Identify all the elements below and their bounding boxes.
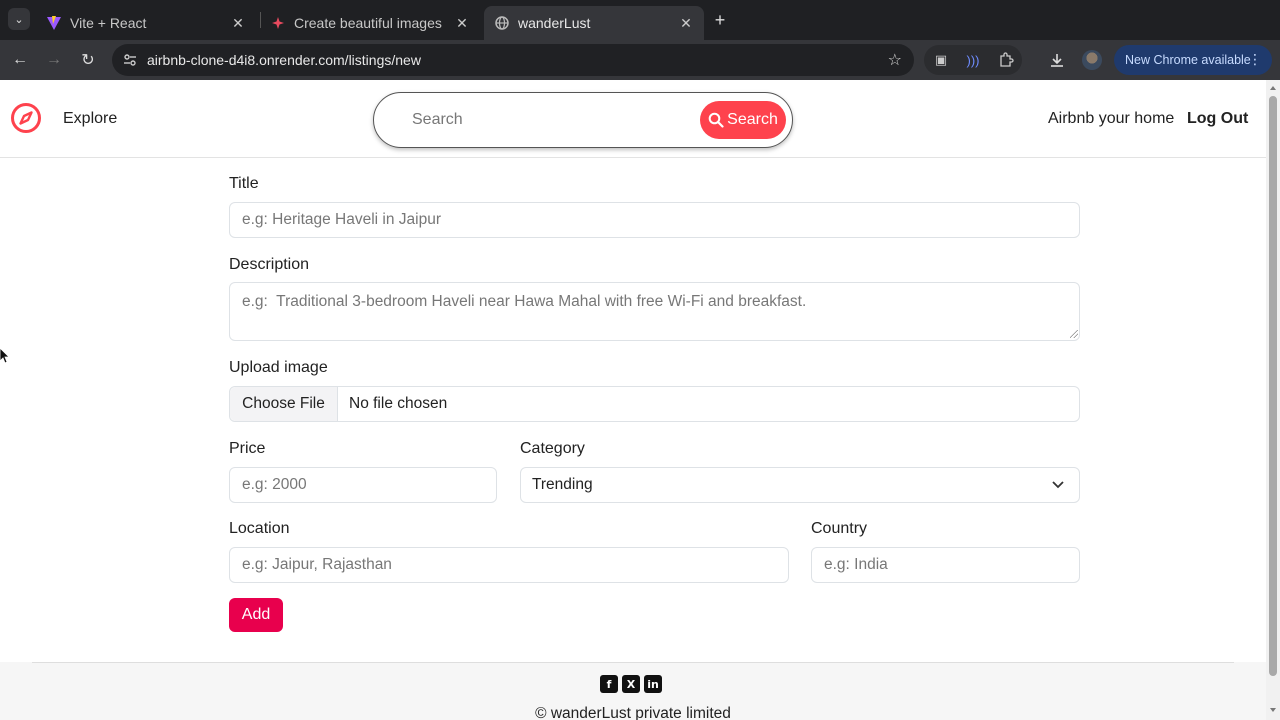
search-input[interactable] (412, 107, 692, 133)
extensions-group: ▣ ))) (924, 45, 1022, 75)
close-icon[interactable]: ✕ (230, 15, 246, 32)
category-label: Category (520, 440, 585, 457)
copyright-text: © wanderLust private limited (535, 705, 731, 720)
search-button[interactable]: Search (700, 101, 786, 139)
globe-icon (494, 15, 510, 31)
tab-title: Create beautiful images (294, 15, 442, 31)
more-menu-icon[interactable]: ⋮ (1248, 51, 1262, 68)
choose-file-button[interactable]: Choose File (230, 387, 338, 421)
tab-search-menu-icon[interactable]: ⌄ (8, 8, 30, 30)
scroll-down-arrow-icon[interactable] (1270, 708, 1276, 712)
description-textarea[interactable] (229, 282, 1080, 341)
close-icon[interactable]: ✕ (678, 15, 694, 32)
page-viewport: Explore Search Airbnb your home Log Out … (0, 80, 1266, 720)
linkedin-icon[interactable]: in (644, 675, 662, 693)
title-label: Title (229, 175, 259, 192)
search-bar: Search (373, 92, 793, 148)
site-navbar: Explore Search Airbnb your home Log Out (0, 80, 1266, 158)
explore-link[interactable]: Explore (63, 110, 117, 128)
location-label: Location (229, 520, 290, 537)
audio-extension-icon[interactable]: ))) (964, 51, 982, 69)
textarea-resize-handle[interactable] (1070, 330, 1078, 338)
social-links: f X in (600, 675, 666, 695)
mouse-cursor-icon (0, 348, 10, 364)
tab-vite-react[interactable]: Vite + React ✕ (36, 6, 256, 40)
new-tab-plus-icon[interactable]: + (708, 8, 732, 32)
gemini-icon (270, 15, 286, 31)
image-file-input[interactable]: Choose File No file chosen (229, 386, 1080, 422)
upload-image-label: Upload image (229, 359, 328, 376)
footer-divider (32, 662, 1234, 663)
add-listing-button[interactable]: Add (229, 598, 283, 632)
search-button-label: Search (727, 111, 778, 128)
category-select[interactable]: Trending (520, 467, 1080, 503)
tab-wanderlust[interactable]: wanderLust ✕ (484, 6, 704, 40)
update-label: New Chrome available (1125, 53, 1251, 67)
country-input[interactable] (811, 547, 1080, 583)
chrome-update-button[interactable]: New Chrome available ⋮ (1114, 45, 1272, 75)
cast-icon[interactable]: ▣ (932, 51, 950, 69)
log-out-link[interactable]: Log Out (1187, 110, 1248, 128)
forward-arrow-icon[interactable]: → (42, 48, 66, 72)
price-input[interactable] (229, 467, 497, 503)
tab-title: wanderLust (518, 15, 591, 31)
file-status-text: No file chosen (349, 395, 448, 412)
back-arrow-icon[interactable]: ← (8, 48, 32, 72)
reload-icon[interactable]: ↻ (76, 48, 100, 72)
airbnb-your-home-link[interactable]: Airbnb your home (1048, 110, 1174, 128)
facebook-icon[interactable]: f (600, 675, 618, 693)
puzzle-extensions-icon[interactable] (997, 51, 1015, 69)
url-text[interactable]: airbnb-clone-d4i8.onrender.com/listings/… (147, 52, 421, 68)
compass-logo-icon[interactable] (10, 102, 42, 134)
browser-toolbar: ← → ↻ airbnb-clone-d4i8.onrender.com/lis… (0, 40, 1280, 80)
vite-icon (46, 15, 62, 31)
country-label: Country (811, 520, 868, 537)
chevron-down-icon (1052, 481, 1064, 489)
scroll-up-arrow-icon[interactable] (1270, 86, 1276, 90)
scrollbar-thumb[interactable] (1269, 96, 1277, 676)
x-icon[interactable]: X (622, 675, 640, 693)
site-settings-icon[interactable] (120, 50, 140, 70)
tab-title: Vite + React (70, 15, 147, 31)
profile-avatar[interactable] (1082, 50, 1102, 70)
title-input[interactable] (229, 202, 1080, 238)
bookmark-star-icon[interactable]: ☆ (888, 50, 902, 70)
price-label: Price (229, 440, 266, 457)
search-icon (708, 112, 724, 128)
browser-tab-strip: ⌄ Vite + React ✕ Create beautiful images… (0, 0, 1280, 40)
close-icon[interactable]: ✕ (454, 15, 470, 32)
download-icon[interactable] (1046, 49, 1068, 71)
description-label: Description (229, 256, 310, 273)
address-bar[interactable]: airbnb-clone-d4i8.onrender.com/listings/… (112, 44, 914, 76)
category-selected-value: Trending (532, 476, 593, 493)
location-input[interactable] (229, 547, 789, 583)
site-footer: f X in © wanderLust private limited (0, 662, 1266, 720)
tab-create-images[interactable]: Create beautiful images ✕ (260, 6, 480, 40)
page-scrollbar[interactable] (1266, 80, 1280, 720)
